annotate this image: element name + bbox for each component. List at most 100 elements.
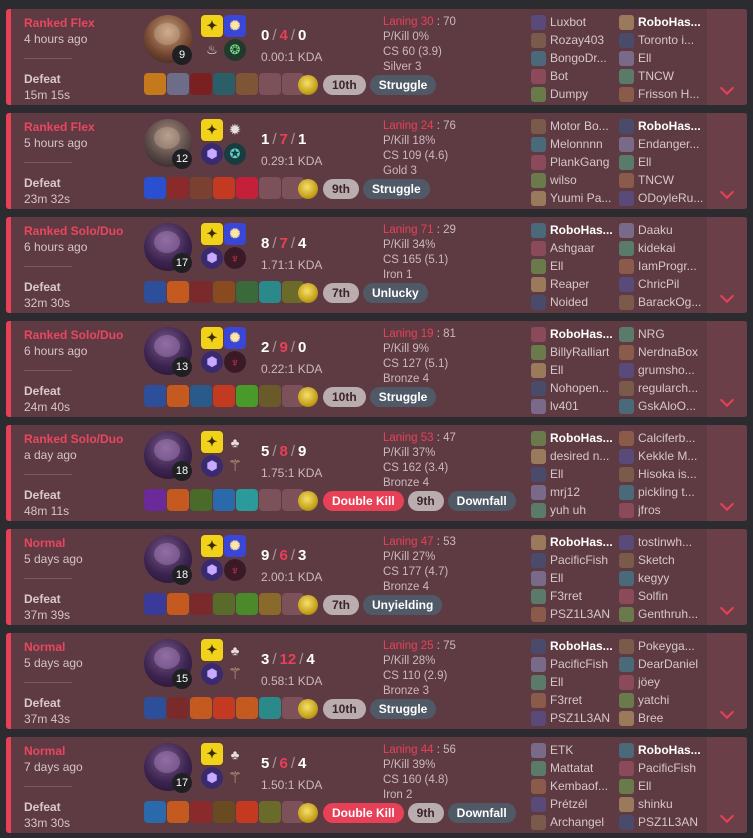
summoner-name[interactable]: BongoDr... bbox=[550, 51, 607, 65]
blue-team-player[interactable]: RoboHas... bbox=[531, 429, 619, 447]
summoner-name[interactable]: Ell bbox=[550, 259, 563, 273]
blue-team-player[interactable]: mrj12 bbox=[531, 483, 619, 501]
flash-spell-icon[interactable]: ✦ bbox=[201, 743, 223, 765]
item-slot-3[interactable] bbox=[190, 281, 212, 303]
blue-team-player[interactable]: Prétzél bbox=[531, 795, 619, 813]
summoner-name[interactable]: Hisoka is... bbox=[638, 467, 697, 481]
summoner-name[interactable]: ETK bbox=[550, 743, 573, 757]
red-team-player[interactable]: grumsho... bbox=[619, 361, 707, 379]
blue-team-player[interactable]: RoboHas... bbox=[531, 637, 619, 655]
summoner-name[interactable]: PacificFish bbox=[550, 553, 608, 567]
trinket-ward-icon[interactable] bbox=[298, 699, 318, 719]
blue-team-player[interactable]: wilso bbox=[531, 171, 619, 189]
red-team-player[interactable]: DearDaniel bbox=[619, 655, 707, 673]
expand-match-button[interactable] bbox=[707, 217, 747, 313]
item-slot-6[interactable] bbox=[259, 177, 281, 199]
summoner-name[interactable]: Ell bbox=[638, 51, 651, 65]
red-team-player[interactable]: BarackOg... bbox=[619, 293, 707, 311]
red-team-player[interactable]: Genthruh... bbox=[619, 605, 707, 623]
blue-team-player[interactable]: Luxbot bbox=[531, 13, 619, 31]
keystone-rune-icon[interactable]: ⬢ bbox=[201, 143, 223, 165]
item-slot-2[interactable] bbox=[167, 801, 189, 823]
red-team-player[interactable]: Bree bbox=[619, 709, 707, 727]
blue-team-player[interactable]: Yuumi Pa... bbox=[531, 189, 619, 207]
keystone-rune-icon[interactable]: ⬢ bbox=[201, 767, 223, 789]
summoner-name[interactable]: RoboHas... bbox=[638, 119, 701, 133]
red-team-player[interactable]: GskAloO... bbox=[619, 397, 707, 415]
blue-team-player[interactable]: Dumpy bbox=[531, 85, 619, 103]
summoner-name[interactable]: Bree bbox=[638, 711, 663, 725]
item-slot-6[interactable] bbox=[259, 801, 281, 823]
secondary-rune-icon[interactable]: ♆ bbox=[224, 351, 246, 373]
item-slot-5[interactable] bbox=[236, 73, 258, 95]
red-team-player[interactable]: PacificFish bbox=[619, 759, 707, 777]
flash-spell-icon[interactable]: ✦ bbox=[201, 535, 223, 557]
summoner-name[interactable]: pickling t... bbox=[638, 485, 695, 499]
summoner-name[interactable]: desired n... bbox=[550, 449, 609, 463]
summoner-name[interactable]: Luxbot bbox=[550, 15, 586, 29]
red-team-player[interactable]: PSZ1L3AN bbox=[619, 813, 707, 831]
blue-team-player[interactable]: Ashgaar bbox=[531, 239, 619, 257]
blue-team-player[interactable]: Noided bbox=[531, 293, 619, 311]
red-team-player[interactable]: ChricPil bbox=[619, 275, 707, 293]
secondary-rune-icon[interactable]: ♆ bbox=[224, 559, 246, 581]
flash-spell-icon[interactable]: ✦ bbox=[201, 15, 223, 37]
summoner-name[interactable]: RoboHas... bbox=[638, 743, 701, 757]
summoner-name[interactable]: Ashgaar bbox=[550, 241, 595, 255]
item-slot-6[interactable] bbox=[259, 489, 281, 511]
summoner-name[interactable]: Pokeyga... bbox=[638, 639, 695, 653]
blue-team-player[interactable]: Ell bbox=[531, 673, 619, 691]
summoner-name[interactable]: Mattatat bbox=[550, 761, 593, 775]
item-slot-1[interactable] bbox=[144, 697, 166, 719]
red-team-player[interactable]: Sketch bbox=[619, 551, 707, 569]
blue-team-player[interactable]: Ell bbox=[531, 361, 619, 379]
summoner-name[interactable]: Ell bbox=[550, 467, 563, 481]
summoner-name[interactable]: Kembaof... bbox=[550, 779, 608, 793]
item-slot-2[interactable] bbox=[167, 385, 189, 407]
item-slot-2[interactable] bbox=[167, 177, 189, 199]
summoner-name[interactable]: F3rret bbox=[550, 693, 582, 707]
summoner-name[interactable]: Ell bbox=[550, 571, 563, 585]
blue-team-player[interactable]: F3rret bbox=[531, 691, 619, 709]
red-team-player[interactable]: NRG bbox=[619, 325, 707, 343]
red-team-player[interactable]: Solfin bbox=[619, 587, 707, 605]
red-team-player[interactable]: kidekai bbox=[619, 239, 707, 257]
red-team-player[interactable]: jfros bbox=[619, 501, 707, 519]
red-team-player[interactable]: RoboHas... bbox=[619, 117, 707, 135]
item-slot-2[interactable] bbox=[167, 593, 189, 615]
item-slot-1[interactable] bbox=[144, 801, 166, 823]
trinket-ward-icon[interactable] bbox=[298, 387, 318, 407]
keystone-rune-icon[interactable]: ⬢ bbox=[201, 559, 223, 581]
summoner-name[interactable]: F3rret bbox=[550, 589, 582, 603]
red-team-player[interactable]: IamProgr... bbox=[619, 257, 707, 275]
blue-team-player[interactable]: PSZ1L3AN bbox=[531, 709, 619, 727]
blue-team-player[interactable]: Archangel bbox=[531, 813, 619, 831]
match-card[interactable]: Ranked Solo/Duo 6 hours ago Defeat 24m 4… bbox=[6, 321, 747, 417]
summoner-name[interactable]: RoboHas... bbox=[550, 431, 613, 445]
summoner-name[interactable]: tostinwh... bbox=[638, 535, 692, 549]
red-team-player[interactable]: NerdnaBox bbox=[619, 343, 707, 361]
summoner-name[interactable]: PacificFish bbox=[638, 761, 696, 775]
item-slot-2[interactable] bbox=[167, 281, 189, 303]
summoner-name[interactable]: Endanger... bbox=[638, 137, 699, 151]
trinket-ward-icon[interactable] bbox=[298, 283, 318, 303]
summoner-name[interactable]: Ell bbox=[638, 779, 651, 793]
blue-team-player[interactable]: Ell bbox=[531, 465, 619, 483]
blue-team-player[interactable]: F3rret bbox=[531, 587, 619, 605]
red-team-player[interactable]: Ell bbox=[619, 777, 707, 795]
summoner-name[interactable]: Nohopen... bbox=[550, 381, 609, 395]
summoner-name[interactable]: ODoyleRu... bbox=[638, 191, 703, 205]
summoner-name[interactable]: TNCW bbox=[638, 173, 674, 187]
secondary-rune-icon[interactable]: ✪ bbox=[224, 143, 246, 165]
red-team-player[interactable]: shinku bbox=[619, 795, 707, 813]
summoner-name[interactable]: Bot bbox=[550, 69, 568, 83]
summoner-name[interactable]: TNCW bbox=[638, 69, 674, 83]
summoner-name[interactable]: IamProgr... bbox=[638, 259, 697, 273]
item-slot-4[interactable] bbox=[213, 697, 235, 719]
keystone-rune-icon[interactable]: ⬢ bbox=[201, 351, 223, 373]
blue-team-player[interactable]: ETK bbox=[531, 741, 619, 759]
flash-spell-icon[interactable]: ✦ bbox=[201, 223, 223, 245]
red-team-player[interactable]: Endanger... bbox=[619, 135, 707, 153]
item-slot-4[interactable] bbox=[213, 385, 235, 407]
item-slot-2[interactable] bbox=[167, 697, 189, 719]
